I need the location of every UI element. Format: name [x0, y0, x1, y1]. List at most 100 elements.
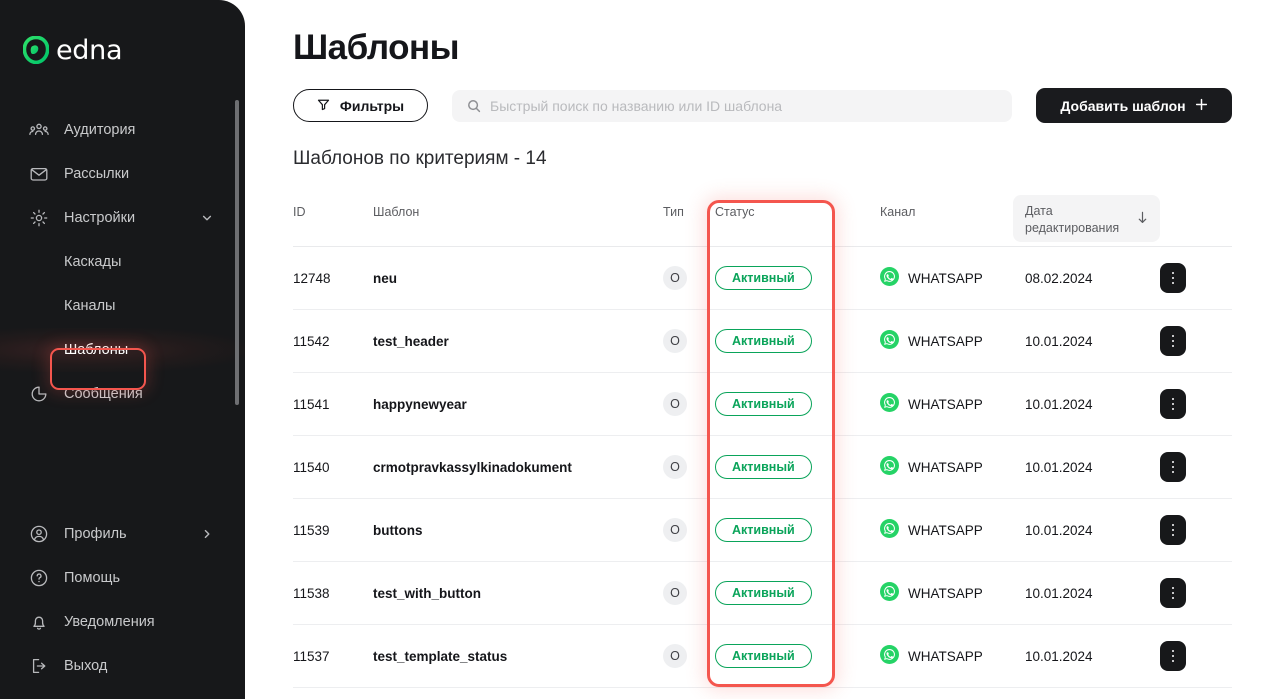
cell-date: 10.01.2024	[1025, 459, 1093, 475]
sidebar-item-kaskady[interactable]: Каскады	[0, 240, 245, 284]
arrow-down-icon	[1137, 211, 1148, 224]
sidebar-nav-main: Аудитория Рассылки Настройки Каскады Кан…	[0, 108, 245, 416]
logo-wordmark: edna	[56, 34, 123, 66]
sidebar-item-label: Выход	[64, 658, 108, 674]
sidebar-item-vyhod[interactable]: Выход	[0, 644, 245, 688]
kebab-menu-icon[interactable]	[1160, 389, 1186, 419]
sidebar-item-label: Аудитория	[64, 122, 136, 138]
cell-date: 10.01.2024	[1025, 333, 1093, 349]
table-row[interactable]: 11537 test_template_status O Активный WHATSA…	[293, 625, 1232, 688]
filters-button[interactable]: Фильтры	[293, 89, 428, 122]
cell-name: happynewyear	[373, 396, 467, 412]
cell-name: crmotpravkassylkinadokument	[373, 459, 572, 475]
sidebar-item-label: Помощь	[64, 570, 121, 586]
kebab-menu-icon[interactable]	[1160, 452, 1186, 482]
sidebar-item-profil[interactable]: Профиль	[0, 512, 245, 556]
table-column-status[interactable]: Статус	[715, 192, 880, 219]
cell-channel: WHATSAPP	[880, 645, 1025, 667]
cell-status: Активный	[715, 518, 880, 542]
sidebar-item-shablony[interactable]: Шаблоны	[0, 328, 245, 372]
cell-id: 12748	[293, 270, 331, 286]
sidebar-item-label: Сообщения	[64, 386, 143, 402]
sidebar-nav-bottom: Профиль Помощь Уведомления Выход	[0, 512, 245, 688]
cell-type: O	[663, 455, 715, 479]
search-input[interactable]: Быстрый поиск по названию или ID шаблона	[452, 89, 1012, 122]
table-column-channel[interactable]: Канал	[880, 192, 1025, 219]
sidebar-item-kanaly[interactable]: Каналы	[0, 284, 245, 328]
status-badge[interactable]: Активный	[715, 455, 812, 479]
cell-actions	[1160, 389, 1232, 419]
table-row[interactable]: 11540 crmotpravkassylkinadokument O Активны…	[293, 436, 1232, 499]
cell-channel: WHATSAPP	[880, 519, 1025, 541]
table-row[interactable]: 11538 test_with_button O Активный WHATSAPP 10…	[293, 562, 1232, 625]
cell-date: 10.01.2024	[1025, 522, 1093, 538]
sidebar-item-pomoshch[interactable]: Помощь	[0, 556, 245, 600]
status-badge[interactable]: Активный	[715, 581, 812, 605]
kebab-menu-icon[interactable]	[1160, 263, 1186, 293]
table-column-actions	[1160, 192, 1232, 205]
table-column-type[interactable]: Тип	[663, 192, 715, 219]
table-column-id[interactable]: ID	[293, 192, 373, 219]
cell-status: Активный	[715, 392, 880, 416]
type-badge: O	[663, 266, 687, 290]
logout-icon	[28, 655, 50, 677]
sidebar-item-soobscheniya[interactable]: Сообщения	[0, 372, 245, 416]
chevron-right-icon[interactable]	[201, 528, 213, 540]
whatsapp-icon	[880, 582, 899, 604]
cell-id: 11539	[293, 522, 330, 538]
cell-channel: WHATSAPP	[880, 456, 1025, 478]
table-row[interactable]: 11539 buttons O Активный WHATSAPP 10.01.2024	[293, 499, 1232, 562]
cell-type: O	[663, 518, 715, 542]
cell-actions	[1160, 452, 1232, 482]
cell-type: O	[663, 266, 715, 290]
kebab-menu-icon[interactable]	[1160, 326, 1186, 356]
cell-date: 10.01.2024	[1025, 648, 1093, 664]
envelope-icon	[28, 163, 50, 185]
table-body: 12748 neu O Активный WHATSAPP 08.02.2024 11542…	[293, 247, 1232, 688]
cell-status: Активный	[715, 266, 880, 290]
cell-id: 11541	[293, 396, 330, 412]
type-badge: O	[663, 455, 687, 479]
sidebar-item-label: Каскады	[64, 254, 122, 270]
sidebar-collapse-button[interactable]	[196, 460, 227, 493]
app-logo[interactable]: edna	[23, 34, 123, 66]
channel-label: WHATSAPP	[908, 585, 983, 601]
whatsapp-icon	[880, 456, 899, 478]
cell-channel: WHATSAPP	[880, 330, 1025, 352]
sidebar-item-nastroyki[interactable]: Настройки	[0, 196, 245, 240]
cell-channel: WHATSAPP	[880, 393, 1025, 415]
table-row[interactable]: 11542 test_header O Активный WHATSAPP 10.01.2…	[293, 310, 1232, 373]
gear-icon	[28, 207, 50, 229]
add-template-button-label: Добавить шаблон	[1060, 97, 1186, 114]
cell-actions	[1160, 641, 1232, 671]
filter-funnel-icon	[317, 98, 330, 114]
date-header-line2: редактирования	[1025, 220, 1120, 235]
kebab-menu-icon[interactable]	[1160, 515, 1186, 545]
status-badge[interactable]: Активный	[715, 329, 812, 353]
cell-name: test_with_button	[373, 585, 481, 601]
sidebar-item-auditoriya[interactable]: Аудитория	[0, 108, 245, 152]
table-row[interactable]: 11541 happynewyear O Активный WHATSAPP 10.01.…	[293, 373, 1232, 436]
status-badge[interactable]: Активный	[715, 392, 812, 416]
table-row[interactable]: 12748 neu O Активный WHATSAPP 08.02.2024	[293, 247, 1232, 310]
status-badge[interactable]: Активный	[715, 518, 812, 542]
table-column-date: Дата редактирования	[1013, 192, 1160, 242]
cell-type: O	[663, 581, 715, 605]
page-title: Шаблоны	[293, 28, 460, 67]
table-column-date-sort[interactable]: Дата редактирования	[1013, 195, 1160, 242]
cell-date: 10.01.2024	[1025, 396, 1093, 412]
kebab-menu-icon[interactable]	[1160, 578, 1186, 608]
sidebar-item-rassylki[interactable]: Рассылки	[0, 152, 245, 196]
status-badge[interactable]: Активный	[715, 644, 812, 668]
channel-label: WHATSAPP	[908, 333, 983, 349]
chevron-down-icon[interactable]	[201, 212, 213, 224]
cell-date: 10.01.2024	[1025, 585, 1093, 601]
kebab-menu-icon[interactable]	[1160, 641, 1186, 671]
channel-label: WHATSAPP	[908, 459, 983, 475]
add-template-button[interactable]: Добавить шаблон	[1036, 88, 1232, 123]
sidebar-item-uvedomleniya[interactable]: Уведомления	[0, 600, 245, 644]
table-column-name[interactable]: Шаблон	[373, 192, 663, 219]
sidebar-scrollbar[interactable]	[235, 100, 239, 405]
status-badge[interactable]: Активный	[715, 266, 812, 290]
results-summary: Шаблонов по критериям - 14	[293, 148, 547, 169]
